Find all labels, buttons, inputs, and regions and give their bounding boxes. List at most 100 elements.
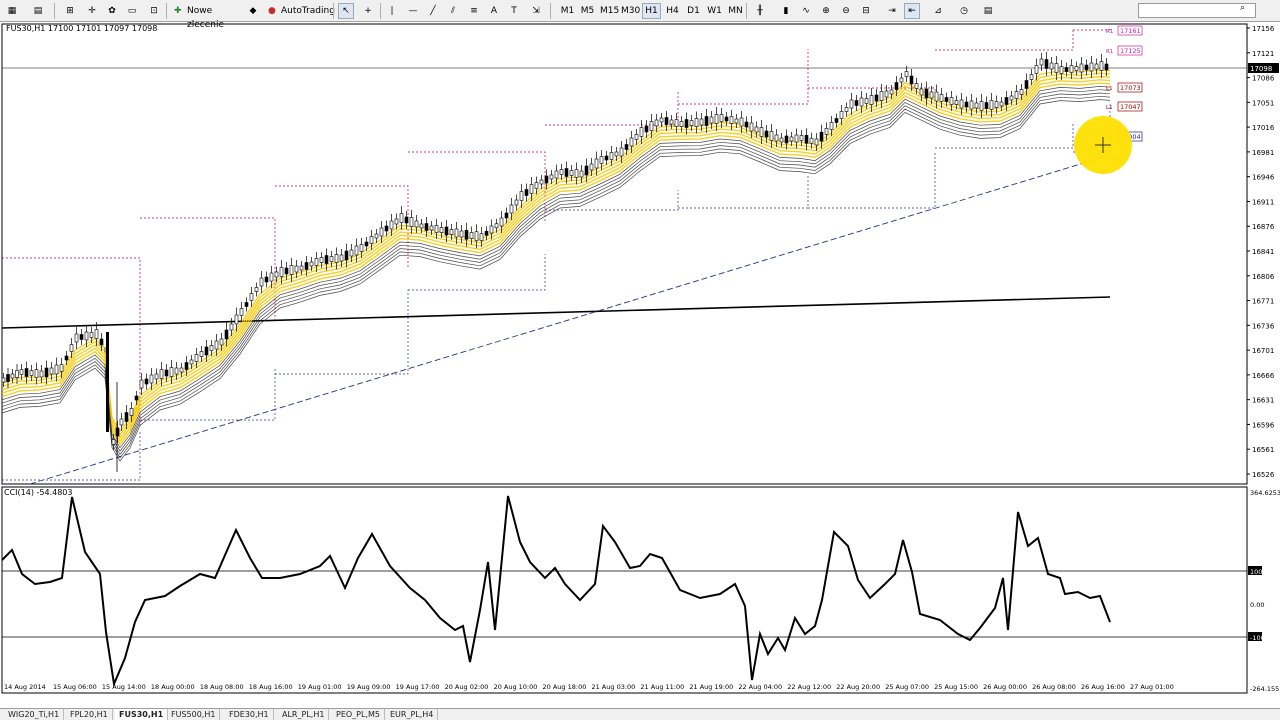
data-window-icon[interactable]: ✛: [84, 3, 100, 19]
time-tick-label: 19 Aug 17:00: [396, 683, 440, 691]
candle-body: [689, 120, 694, 126]
time-tick-label: 19 Aug 01:00: [298, 683, 342, 691]
candle-body: [444, 226, 449, 236]
candle-body: [194, 354, 199, 362]
tab-fus30-h1[interactable]: FUS30,H1: [115, 709, 169, 720]
search-input[interactable]: [1138, 3, 1256, 18]
tab-fde30-h1[interactable]: FDE30,H1: [225, 709, 274, 720]
timeframe-m30[interactable]: M30: [620, 3, 640, 19]
horizontal-line-icon[interactable]: —: [405, 3, 421, 19]
candle-body: [899, 77, 904, 83]
zoom-out-icon[interactable]: ⊖: [838, 3, 854, 19]
time-tick-label: 19 Aug 09:00: [347, 683, 391, 691]
ema-ribbon-line: [1, 86, 1111, 449]
candle-body: [944, 97, 949, 102]
crosshair-icon[interactable]: +: [360, 3, 376, 19]
zoom-in-icon[interactable]: ⊕: [818, 3, 834, 19]
tab-fpl20-h1[interactable]: FPL20,H1: [66, 709, 113, 720]
candle-body: [804, 135, 809, 144]
profiles-icon[interactable]: ▤: [30, 3, 46, 19]
candle-body: [509, 204, 514, 214]
candle-body: [609, 152, 614, 160]
candle-body: [979, 101, 984, 111]
cursor-icon[interactable]: ↖: [338, 3, 354, 19]
search-icon[interactable]: ⌕: [1240, 3, 1252, 17]
candle-body: [639, 127, 644, 137]
periods-icon[interactable]: ◷: [956, 3, 972, 19]
ema-ribbon-line: [1, 92, 1111, 456]
candle-body: [929, 91, 934, 99]
trendline-icon[interactable]: ╱: [425, 3, 441, 19]
candle-body: [304, 262, 309, 270]
chart-canvas[interactable]: 17156 17121 17086 17051 17016 16981 16946 16911…: [0, 22, 1280, 694]
vertical-line-icon[interactable]: |: [384, 3, 400, 19]
timeframe-d1[interactable]: D1: [684, 3, 703, 19]
candlestick-icon[interactable]: ▮: [778, 3, 794, 19]
tab-wig20-ti-h1[interactable]: WIG20_Ti,H1: [4, 709, 65, 720]
ema-ribbon-line: [1, 89, 1111, 452]
candle-body: [459, 230, 464, 238]
arrows-icon[interactable]: ⇲: [528, 3, 544, 19]
candle-body: [1069, 65, 1074, 73]
candle-body: [554, 170, 559, 179]
chart-tabs: WIG20_Ti,H1 FPL20,H1 FUS30,H1 FUS500,H1 FDE3…: [0, 708, 1280, 720]
timeframe-h4[interactable]: H4: [663, 3, 682, 19]
timeframe-w1[interactable]: W1: [705, 3, 724, 19]
candle-body: [529, 184, 534, 194]
candle-body: [19, 369, 24, 375]
timeframe-h1[interactable]: H1: [642, 3, 661, 19]
text-label-icon[interactable]: T: [506, 3, 522, 19]
auto-scroll-icon[interactable]: ⇥: [884, 3, 900, 19]
price-tick-label: 16561: [1252, 446, 1274, 454]
bar-chart-icon[interactable]: ╫: [752, 3, 768, 19]
timeframe-m1[interactable]: M1: [558, 3, 577, 19]
tab-eur-pl-h4[interactable]: EUR_PL,H4: [386, 709, 439, 720]
tab-peo-pl-m5[interactable]: PEO_PL,M5: [332, 709, 385, 720]
market-watch-icon[interactable]: ⊞: [62, 3, 78, 19]
chart-shift-icon[interactable]: ⇤: [904, 3, 920, 19]
strategy-tester-icon[interactable]: ⊡: [146, 3, 162, 19]
timeframe-m15[interactable]: M15: [599, 3, 619, 19]
time-tick-label: 15 Aug 14:00: [102, 683, 146, 691]
candle-body: [99, 338, 104, 346]
terminal-icon[interactable]: ▭: [124, 3, 140, 19]
candle-body: [334, 254, 339, 263]
candle-body: [614, 151, 619, 157]
text-icon[interactable]: A: [486, 3, 502, 19]
candle-body: [734, 118, 739, 124]
tile-windows-icon[interactable]: ⊟: [858, 3, 874, 19]
timeframe-m5[interactable]: M5: [578, 3, 597, 19]
candle-body: [729, 116, 734, 124]
candle-body: [679, 121, 684, 127]
equidistant-channel-icon[interactable]: ⫽: [445, 3, 461, 19]
candle-body: [634, 134, 639, 140]
candle-body: [10, 373, 15, 379]
line-chart-icon[interactable]: ∿: [798, 3, 814, 19]
templates-icon[interactable]: ▤: [980, 3, 996, 19]
autotrading-button[interactable]: ● AutoTrading: [264, 3, 335, 19]
new-order-button[interactable]: ✚ Nowe zlecenie: [170, 3, 244, 30]
candle-body: [289, 265, 294, 275]
chart-window[interactable]: 17156 17121 17086 17051 17016 16981 16946 16911…: [0, 22, 1280, 694]
candle-body: [824, 128, 829, 135]
new-chart-icon[interactable]: ▦: [4, 3, 20, 19]
candle-body: [489, 225, 494, 234]
toolbar-divider: [54, 3, 55, 19]
candle-body: [619, 147, 624, 157]
pivot-resistance-level: [678, 49, 809, 105]
candle-body: [569, 170, 574, 176]
fibonacci-icon[interactable]: ≡: [466, 3, 482, 19]
navigator-icon[interactable]: ✿: [104, 3, 120, 19]
candle-body: [59, 364, 64, 372]
price-tick-label: 16841: [1252, 248, 1274, 256]
candle-body: [324, 255, 329, 264]
metaeditor-icon[interactable]: ◆: [245, 3, 261, 19]
tab-alr-pl-h1[interactable]: ALR_PL,H1: [278, 709, 330, 720]
candle-body: [724, 116, 729, 122]
price-tick-label: 17051: [1252, 99, 1274, 107]
timeframe-mn[interactable]: MN: [726, 3, 745, 19]
price-tick-label: 16946: [1252, 174, 1275, 182]
time-tick-label: 20 Aug 18:00: [543, 683, 587, 691]
indicators-icon[interactable]: ⊿: [930, 3, 946, 19]
tab-fus500-h1[interactable]: FUS500,H1: [167, 709, 221, 720]
